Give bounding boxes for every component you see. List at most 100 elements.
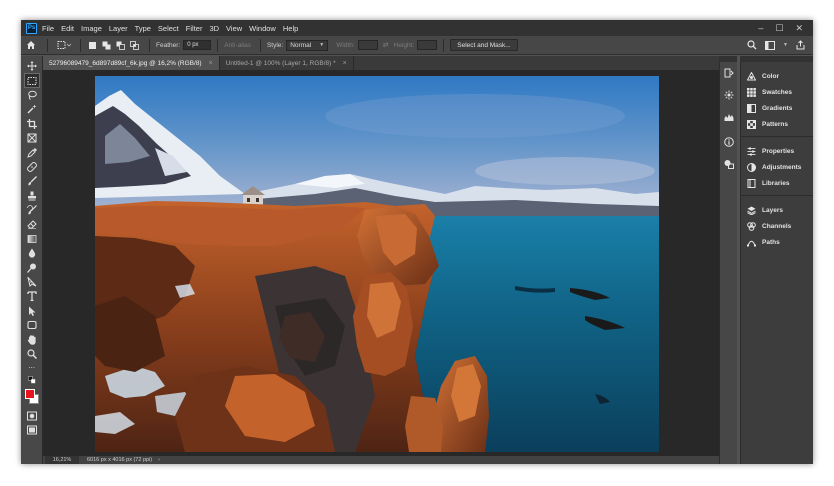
feather-label: Feather: <box>156 41 181 49</box>
layers-icon <box>747 206 756 215</box>
panel-label: Gradients <box>762 104 793 112</box>
status-menu-arrow-icon[interactable]: › <box>158 457 160 463</box>
brush-settings-icon[interactable] <box>722 88 736 101</box>
document-image[interactable] <box>95 76 659 452</box>
healing-brush-tool-icon[interactable] <box>24 160 40 174</box>
clone-stamp-tool-icon[interactable] <box>24 189 40 203</box>
select-and-mask-button[interactable]: Select and Mask... <box>450 39 518 51</box>
gradient-tool-icon[interactable] <box>24 232 40 246</box>
panel-item-adjustments[interactable]: Adjustments <box>741 159 813 175</box>
history-brush-tool-icon[interactable] <box>24 203 40 217</box>
blur-tool-icon[interactable] <box>24 246 40 260</box>
tab-document-photo[interactable]: 527960894​79_6d897d89cf_6k.jpg @ 16,2% (… <box>43 56 220 70</box>
panel-label: Paths <box>762 238 780 246</box>
menu-image[interactable]: Image <box>81 24 102 33</box>
intersect-selection-icon[interactable] <box>129 40 139 50</box>
move-tool-icon[interactable] <box>24 59 40 73</box>
magic-wand-tool-icon[interactable] <box>24 102 40 116</box>
new-selection-icon[interactable] <box>87 40 97 50</box>
subtract-selection-icon[interactable] <box>115 40 125 50</box>
type-tool-icon[interactable] <box>24 289 40 303</box>
panel-label: Properties <box>762 147 795 155</box>
anti-alias-checkbox[interactable]: Anti-alias <box>224 42 251 49</box>
info-icon[interactable] <box>722 135 736 148</box>
close-icon[interactable]: ✕ <box>795 23 803 34</box>
height-label: Height: <box>393 41 415 49</box>
histogram-icon[interactable] <box>722 110 736 123</box>
panel-item-layers[interactable]: Layers <box>741 202 813 218</box>
search-icon[interactable] <box>747 40 757 50</box>
menu-edit[interactable]: Edit <box>61 24 74 33</box>
brush-tool-icon[interactable] <box>24 174 40 188</box>
paths-icon <box>747 238 756 247</box>
patterns-icon <box>747 119 756 129</box>
menu-3d[interactable]: 3D <box>209 24 219 33</box>
menu-window[interactable]: Window <box>249 24 276 33</box>
quick-mask-icon[interactable] <box>24 409 40 423</box>
tab-document-untitled[interactable]: Untitled-1 @ 100% (Layer 1, RGB/8) * × <box>220 56 354 70</box>
shapes-icon[interactable] <box>722 157 736 170</box>
status-bar: 16,21% 6016 px x 4016 px (72 ppi) › <box>43 456 729 464</box>
panel-item-swatches[interactable]: Swatches <box>741 84 813 100</box>
frame-tool-icon[interactable] <box>24 131 40 145</box>
panel-item-paths[interactable]: Paths <box>741 234 813 250</box>
maximize-icon[interactable]: ☐ <box>775 23 783 34</box>
close-icon[interactable]: × <box>209 60 213 67</box>
panel-label: Layers <box>762 206 783 214</box>
menu-bar: Ps File Edit Image Layer Type Select Fil… <box>21 20 813 36</box>
lasso-tool-icon[interactable] <box>24 88 40 102</box>
default-colors-icon[interactable] <box>24 376 40 385</box>
rectangular-marquee-tool-icon[interactable] <box>23 73 40 88</box>
swap-icon[interactable]: ⇄ <box>378 41 394 49</box>
more-tools-icon[interactable]: ··· <box>24 361 40 375</box>
screen-mode-icon[interactable] <box>24 423 40 437</box>
marquee-preset-icon[interactable] <box>54 40 74 50</box>
menu-select[interactable]: Select <box>158 24 179 33</box>
panel-icon-strip <box>719 62 737 464</box>
panel-item-patterns[interactable]: Patterns <box>741 116 813 132</box>
zoom-tool-icon[interactable] <box>24 347 40 361</box>
chevron-down-icon[interactable]: ▼ <box>783 42 788 48</box>
home-icon[interactable] <box>21 40 41 50</box>
menu-layer[interactable]: Layer <box>109 24 128 33</box>
feather-input[interactable]: 0 px <box>183 40 212 50</box>
style-label: Style: <box>266 41 284 49</box>
foreground-color-swatch[interactable] <box>24 388 35 399</box>
menu-help[interactable]: Help <box>283 24 298 33</box>
panel-group-color: Color Swatches Gradients Patterns <box>741 68 813 137</box>
menu-file[interactable]: File <box>42 24 54 33</box>
menu-view[interactable]: View <box>226 24 242 33</box>
pen-tool-icon[interactable] <box>24 275 40 289</box>
close-icon[interactable]: × <box>343 60 347 67</box>
panel-item-libraries[interactable]: Libraries <box>741 175 813 191</box>
panel-item-color[interactable]: Color <box>741 68 813 84</box>
style-select[interactable]: Normal ▼ <box>286 39 329 51</box>
add-selection-icon[interactable] <box>101 40 111 50</box>
rectangle-tool-icon[interactable] <box>24 318 40 332</box>
panel-group-layers: Layers Channels Paths <box>741 202 813 254</box>
chevron-down-icon: ▼ <box>319 42 325 48</box>
path-selection-tool-icon[interactable] <box>24 304 40 318</box>
eraser-tool-icon[interactable] <box>24 217 40 231</box>
menu-type[interactable]: Type <box>135 24 151 33</box>
height-input[interactable] <box>417 40 438 50</box>
separator <box>443 38 445 52</box>
canvas-area[interactable] <box>43 70 729 456</box>
crop-tool-icon[interactable] <box>24 117 40 131</box>
dodge-tool-icon[interactable] <box>24 260 40 274</box>
options-bar: Feather: 0 px Anti-alias Style: Normal ▼… <box>21 36 813 55</box>
hand-tool-icon[interactable] <box>24 332 40 346</box>
menu-filter[interactable]: Filter <box>186 24 203 33</box>
workspace-icon[interactable] <box>765 40 776 50</box>
minimize-icon[interactable]: – <box>758 23 763 33</box>
width-input[interactable] <box>357 40 378 50</box>
share-icon[interactable] <box>796 40 805 50</box>
panel-item-channels[interactable]: Channels <box>741 218 813 234</box>
document-tabs: 527960894​79_6d897d89cf_6k.jpg @ 16,2% (… <box>43 56 737 70</box>
zoom-level-field[interactable]: 16,21% <box>45 456 79 464</box>
panel-item-gradients[interactable]: Gradients <box>741 100 813 116</box>
panel-item-properties[interactable]: Properties <box>741 143 813 159</box>
eyedropper-tool-icon[interactable] <box>24 145 40 159</box>
history-icon[interactable] <box>722 66 736 79</box>
swatches-icon <box>747 87 756 97</box>
